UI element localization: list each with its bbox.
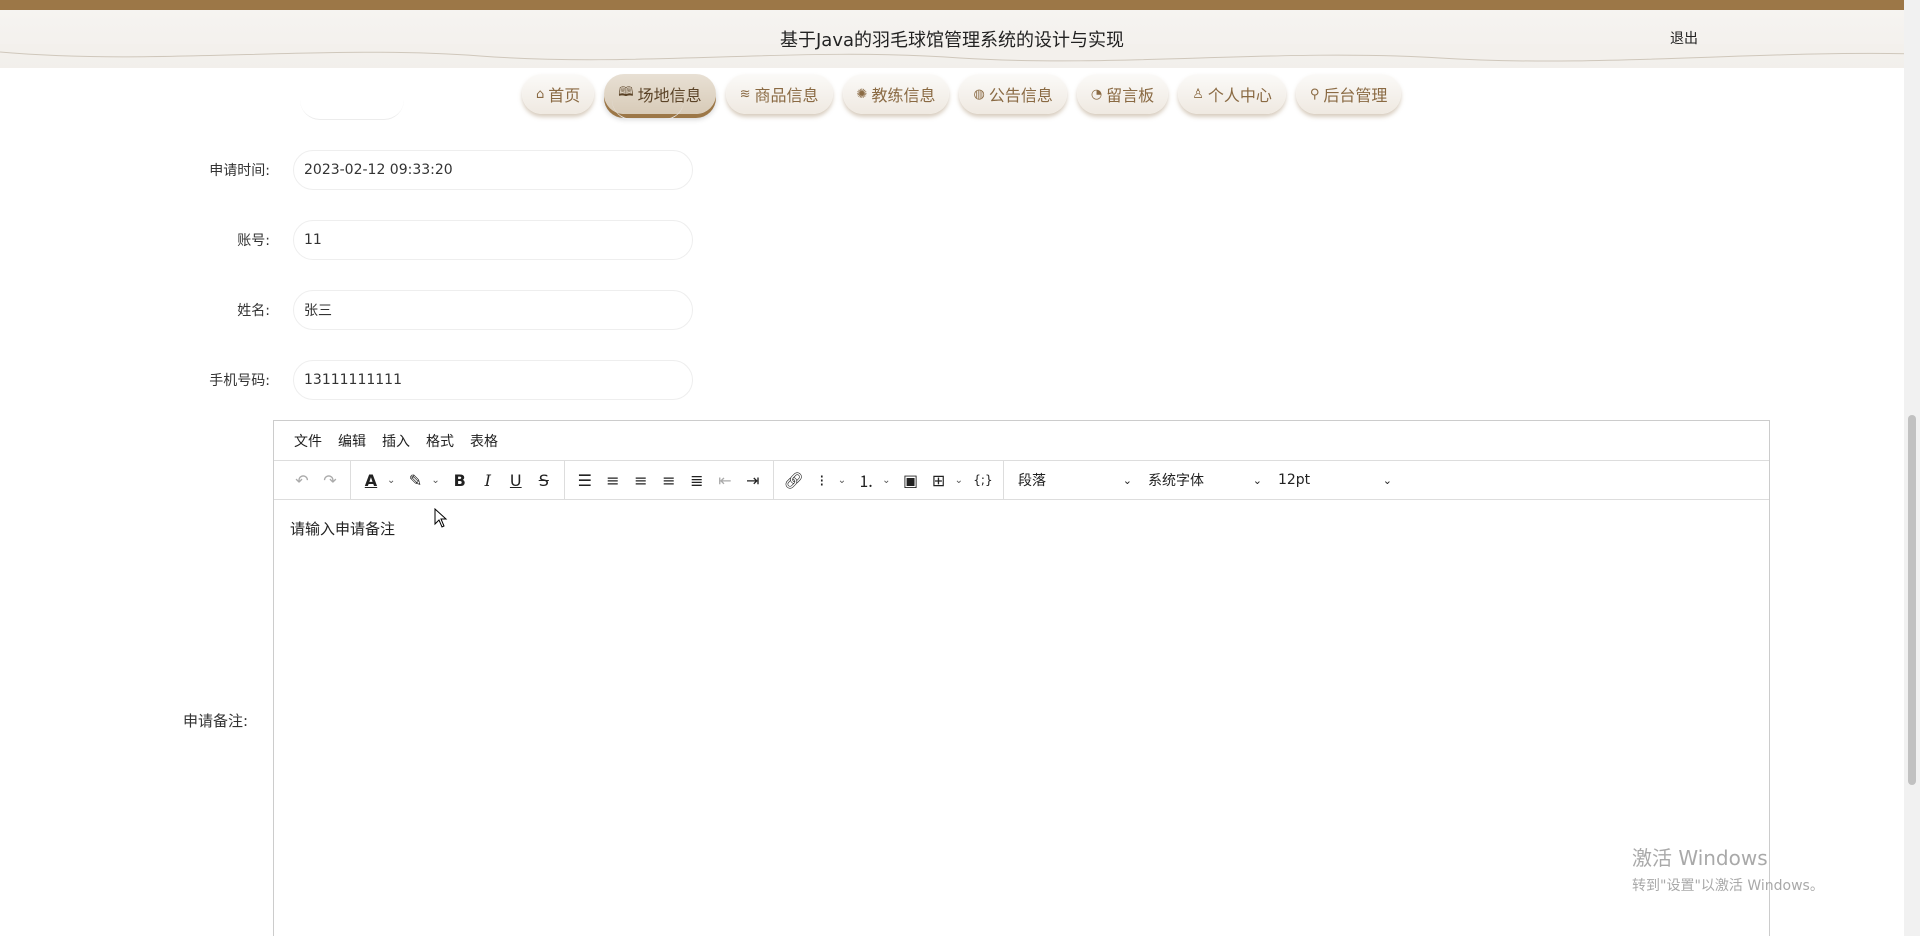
gauge-icon: ◔ — [1090, 86, 1103, 102]
outdent-icon[interactable]: ⇤ — [711, 466, 739, 494]
align-group: ☰ ≡ ≡ ≡ ≣ ⇤ ⇥ — [565, 460, 774, 500]
text-color-icon[interactable]: A — [357, 466, 385, 494]
form-row-account: 账号: 11 — [0, 220, 1920, 260]
note-label: 申请备注: — [182, 712, 248, 730]
chevron-down-icon: ⌄ — [1122, 473, 1132, 487]
nav-item-label: 个人中心 — [1207, 86, 1272, 105]
partial-field[interactable] — [612, 100, 684, 120]
form-row-apply-time: 申请时间: 2023-02-12 09:33:20 — [0, 150, 1920, 190]
menu-format[interactable]: 格式 — [418, 431, 462, 451]
block-format-value: 段落 — [1017, 473, 1046, 489]
format-select-group: 段落 ⌄ 系统字体 ⌄ 12pt ⌄ — [1004, 461, 1406, 500]
align-right-icon[interactable]: ≡ — [655, 466, 683, 494]
site-title: 基于Java的羽毛球馆管理系统的设计与实现 — [779, 30, 1125, 51]
nav-item-products[interactable]: ≋ 商品信息 — [725, 74, 833, 114]
align-center-icon[interactable]: ≡ — [627, 466, 655, 494]
nav-item-personal-center[interactable]: ♙ 个人中心 — [1178, 74, 1286, 114]
chevron-down-icon: ⌄ — [1382, 473, 1392, 487]
text-style-group: A ⌄ ✎ ⌄ B I U S — [351, 460, 565, 500]
user-icon: ♙ — [1192, 86, 1204, 102]
apply-time-label: 申请时间: — [209, 163, 270, 179]
italic-icon[interactable]: I — [474, 466, 502, 494]
chevron-down-icon[interactable]: ⌄ — [955, 475, 963, 486]
account-field[interactable]: 11 — [293, 220, 693, 260]
scrollbar-thumb[interactable] — [1908, 415, 1916, 785]
chevron-down-icon[interactable]: ⌄ — [838, 475, 846, 486]
nav-item-message-board[interactable]: ◔ 留言板 — [1076, 74, 1169, 114]
bullet-list-icon[interactable]: ⁝ — [808, 466, 836, 494]
palette-icon: ◍ — [973, 86, 985, 102]
form-row-name: 姓名: 张三 — [0, 290, 1920, 330]
nav-item-label: 留言板 — [1106, 86, 1155, 105]
chevron-down-icon[interactable]: ⌄ — [882, 475, 890, 486]
code-icon[interactable]: {;} — [969, 466, 997, 494]
link-icon: ⚲ — [1309, 86, 1320, 102]
underline-icon[interactable]: U — [502, 466, 530, 494]
align-left-icon[interactable]: ≡ — [599, 466, 627, 494]
badge-icon: ✺ — [856, 86, 868, 102]
watermark-line2: 转到"设置"以激活 Windows。 — [1632, 878, 1824, 894]
account-label: 账号: — [237, 233, 270, 249]
image-icon[interactable]: ▣ — [897, 466, 925, 494]
name-label: 姓名: — [237, 303, 270, 319]
chevron-down-icon[interactable]: ⌄ — [431, 475, 439, 486]
nav-item-label: 后台管理 — [1323, 86, 1388, 105]
apply-time-field[interactable]: 2023-02-12 09:33:20 — [293, 150, 693, 190]
menu-table[interactable]: 表格 — [462, 431, 506, 451]
bold-icon[interactable]: B — [446, 466, 474, 494]
nav-item-admin[interactable]: ⚲ 后台管理 — [1295, 74, 1402, 114]
nav-item-coaches[interactable]: ✺ 教练信息 — [842, 74, 950, 114]
font-family-value: 系统字体 — [1147, 473, 1204, 489]
block-format-select[interactable]: 段落 ⌄ — [1010, 466, 1140, 494]
watermark-line1: 激活 Windows — [1632, 846, 1768, 870]
form-row-phone: 手机号码: 13111111111 — [0, 360, 1920, 400]
page-scrollbar[interactable] — [1904, 0, 1920, 936]
chevron-down-icon: ⌄ — [1252, 473, 1262, 487]
editor-content-area[interactable]: 请输入申请备注 — [274, 500, 1769, 557]
layers-icon: ≋ — [739, 86, 751, 102]
chevron-down-icon[interactable]: ⌄ — [387, 475, 395, 486]
menu-insert[interactable]: 插入 — [374, 431, 418, 451]
name-field[interactable]: 张三 — [293, 290, 693, 330]
nav-item-label: 公告信息 — [988, 86, 1053, 105]
indent-icon[interactable]: ⇥ — [739, 466, 767, 494]
font-family-select[interactable]: 系统字体 ⌄ — [1140, 466, 1270, 494]
menu-edit[interactable]: 编辑 — [330, 431, 374, 451]
font-size-select[interactable]: 12pt ⌄ — [1270, 466, 1400, 494]
phone-label: 手机号码: — [209, 373, 270, 389]
nav-item-label: 首页 — [548, 86, 581, 105]
editor-menubar: 文件 编辑 插入 格式 表格 — [274, 421, 1769, 461]
numbered-list-icon[interactable]: ⒈ — [852, 466, 880, 494]
editor-toolbar: ↶ ↷ A ⌄ ✎ ⌄ B I U S ☰ ≡ ≡ ≡ ≣ ⇤ ⇥ 🔗︎ ⁝ ⌄… — [274, 460, 1769, 500]
partial-field[interactable] — [300, 100, 404, 120]
line-height-icon[interactable]: ☰ — [571, 466, 599, 494]
logout-link[interactable]: 退出 — [1670, 28, 1698, 48]
align-justify-icon[interactable]: ≣ — [683, 466, 711, 494]
link-icon[interactable]: 🔗︎ — [780, 466, 808, 494]
rich-text-editor: 文件 编辑 插入 格式 表格 ↶ ↷ A ⌄ ✎ ⌄ B I U S ☰ ≡ ≡… — [273, 420, 1770, 936]
menu-file[interactable]: 文件 — [286, 431, 330, 451]
strikethrough-icon[interactable]: S — [530, 466, 558, 494]
windows-activation-watermark: 激活 Windows 转到"设置"以激活 Windows。 — [1632, 842, 1824, 895]
font-size-value: 12pt — [1277, 472, 1311, 488]
undo-icon[interactable]: ↶ — [288, 466, 316, 494]
history-group: ↶ ↷ — [282, 460, 351, 500]
nav-item-announcements[interactable]: ◍ 公告信息 — [959, 74, 1067, 114]
redo-icon[interactable]: ↷ — [316, 466, 344, 494]
mouse-cursor-icon — [434, 508, 448, 528]
nav-item-home[interactable]: ⌂ 首页 — [522, 74, 595, 114]
phone-field[interactable]: 13111111111 — [293, 360, 693, 400]
table-icon[interactable]: ⊞ — [925, 466, 953, 494]
top-accent-bar — [0, 0, 1920, 10]
nav-item-label: 商品信息 — [754, 86, 819, 105]
highlight-color-icon[interactable]: ✎ — [401, 466, 429, 494]
home-icon: ⌂ — [536, 86, 545, 102]
nav-item-label: 教练信息 — [871, 86, 936, 105]
editor-content-text: 请输入申请备注 — [290, 520, 396, 538]
insert-group: 🔗︎ ⁝ ⌄ ⒈ ⌄ ▣ ⊞ ⌄ {;} — [774, 460, 1004, 500]
